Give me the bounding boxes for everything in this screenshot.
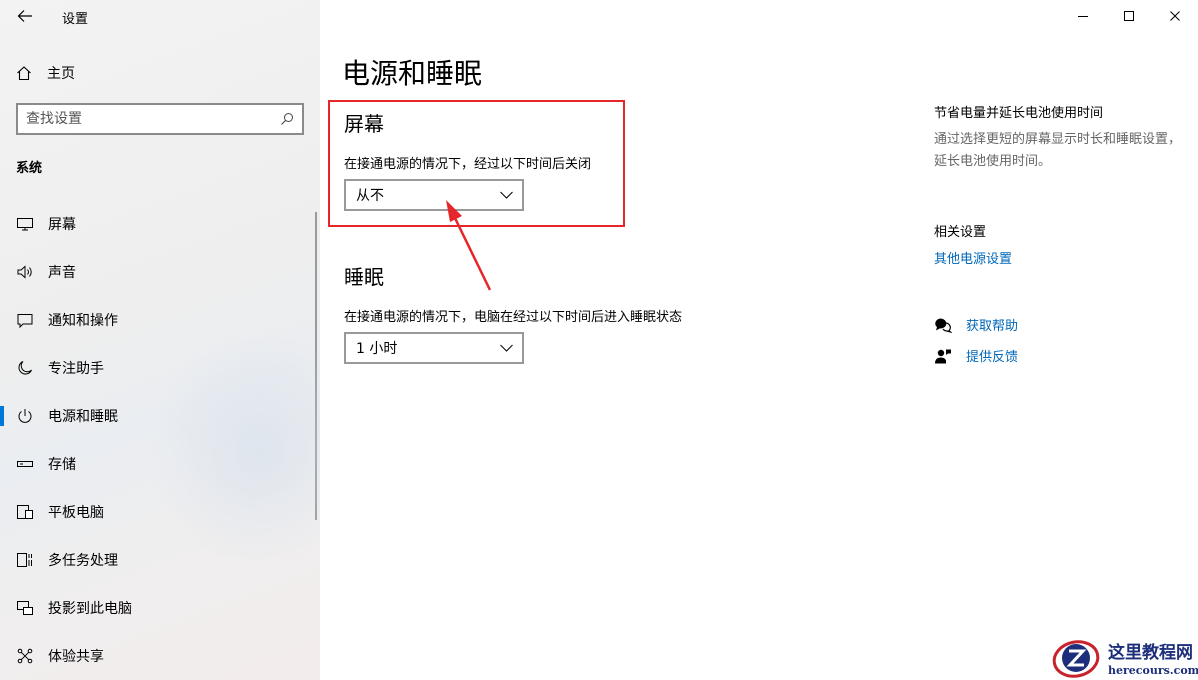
sidebar-item-label: 通知和操作 bbox=[48, 313, 118, 329]
sidebar-nav: 屏幕 声音 通知和操作 专注助手 电源和睡眠 存储 平板电脑 多任务处理 投影到… bbox=[0, 200, 316, 680]
sidebar-item-label: 多任务处理 bbox=[48, 553, 118, 569]
sidebar-item-label: 投影到此电脑 bbox=[48, 601, 132, 617]
sidebar-item-display[interactable]: 屏幕 bbox=[0, 200, 316, 248]
maximize-icon bbox=[1124, 11, 1134, 21]
give-feedback-label: 提供反馈 bbox=[966, 350, 1019, 365]
sidebar-item-label: 声音 bbox=[48, 265, 76, 281]
battery-tip-title: 节省电量并延长电池使用时间 bbox=[934, 106, 1104, 121]
sidebar-item-project-to-pc[interactable]: 投影到此电脑 bbox=[0, 584, 316, 632]
power-icon bbox=[16, 407, 34, 425]
notification-icon bbox=[16, 311, 34, 329]
sidebar: 设置 主页 系统 屏幕 声音 通知 bbox=[0, 0, 320, 680]
minimize-button[interactable] bbox=[1060, 0, 1106, 32]
screen-section-title: 屏幕 bbox=[344, 112, 384, 136]
sidebar-item-notifications[interactable]: 通知和操作 bbox=[0, 296, 316, 344]
page-title: 电源和睡眠 bbox=[342, 57, 483, 90]
additional-power-settings-link[interactable]: 其他电源设置 bbox=[934, 248, 1012, 267]
sidebar-item-label: 平板电脑 bbox=[48, 505, 104, 521]
project-icon bbox=[16, 599, 34, 617]
watermark-name: 这里教程网 bbox=[1108, 642, 1193, 663]
feedback-person-icon bbox=[935, 349, 951, 363]
get-help-link[interactable]: 获取帮助 bbox=[934, 315, 1018, 334]
sidebar-item-label: 存储 bbox=[48, 457, 76, 473]
give-feedback-link[interactable]: 提供反馈 bbox=[934, 346, 1018, 365]
related-settings-title: 相关设置 bbox=[934, 225, 987, 240]
sidebar-item-shared-experiences[interactable]: 体验共享 bbox=[0, 632, 316, 680]
watermark-url: herecours.com bbox=[1108, 663, 1198, 677]
sleep-timeout-dropdown[interactable]: 1 小时 bbox=[344, 332, 524, 364]
close-icon bbox=[1170, 11, 1180, 21]
chevron-down-icon bbox=[500, 344, 513, 352]
speaker-icon bbox=[16, 263, 34, 281]
search-icon[interactable] bbox=[280, 112, 294, 126]
back-arrow-icon bbox=[17, 10, 32, 22]
sidebar-item-label: 体验共享 bbox=[48, 649, 104, 665]
minimize-icon bbox=[1078, 16, 1088, 17]
tablet-icon bbox=[16, 503, 34, 521]
storage-icon bbox=[16, 455, 34, 473]
moon-icon bbox=[16, 359, 34, 377]
window-controls bbox=[1060, 0, 1198, 32]
section-label: 系统 bbox=[16, 161, 43, 176]
chevron-down-icon bbox=[500, 191, 513, 199]
back-button[interactable] bbox=[10, 4, 40, 28]
battery-tip-text: 通过选择更短的屏幕显示时长和睡眠设置，延长电池使用时间。 bbox=[934, 132, 1182, 169]
sleep-section-title: 睡眠 bbox=[344, 265, 384, 289]
sidebar-item-label: 屏幕 bbox=[48, 217, 76, 233]
monitor-icon bbox=[16, 215, 34, 233]
sidebar-item-power-sleep[interactable]: 电源和睡眠 bbox=[0, 392, 316, 440]
share-icon bbox=[16, 647, 34, 665]
get-help-label: 获取帮助 bbox=[966, 319, 1019, 334]
multitask-icon bbox=[16, 551, 34, 569]
sidebar-item-tablet[interactable]: 平板电脑 bbox=[0, 488, 316, 536]
sidebar-item-sound[interactable]: 声音 bbox=[0, 248, 316, 296]
sidebar-item-multitasking[interactable]: 多任务处理 bbox=[0, 536, 316, 584]
close-button[interactable] bbox=[1152, 0, 1198, 32]
sidebar-item-label: 专注助手 bbox=[48, 361, 104, 377]
search-input[interactable] bbox=[26, 111, 280, 127]
sidebar-item-storage[interactable]: 存储 bbox=[0, 440, 316, 488]
screen-timeout-label: 在接通电源的情况下，经过以下时间后关闭 bbox=[344, 157, 592, 172]
watermark: 这里教程网 herecours.com bbox=[1050, 634, 1198, 680]
search-box[interactable] bbox=[16, 103, 304, 135]
maximize-button[interactable] bbox=[1106, 0, 1152, 32]
sleep-timeout-label: 在接通电源的情况下，电脑在经过以下时间后进入睡眠状态 bbox=[344, 310, 683, 325]
sidebar-item-label: 电源和睡眠 bbox=[48, 409, 118, 425]
sleep-timeout-value: 1 小时 bbox=[356, 341, 398, 357]
watermark-logo-icon bbox=[1052, 640, 1100, 678]
home-link[interactable]: 主页 bbox=[16, 63, 75, 83]
home-icon bbox=[17, 66, 31, 81]
help-chat-icon bbox=[935, 318, 952, 333]
sidebar-item-focus-assist[interactable]: 专注助手 bbox=[0, 344, 316, 392]
home-label: 主页 bbox=[47, 66, 75, 82]
sidebar-scrollbar[interactable] bbox=[315, 212, 317, 520]
app-title: 设置 bbox=[62, 12, 89, 27]
annotation-arrow bbox=[446, 200, 492, 291]
screen-timeout-value: 从不 bbox=[356, 188, 384, 204]
